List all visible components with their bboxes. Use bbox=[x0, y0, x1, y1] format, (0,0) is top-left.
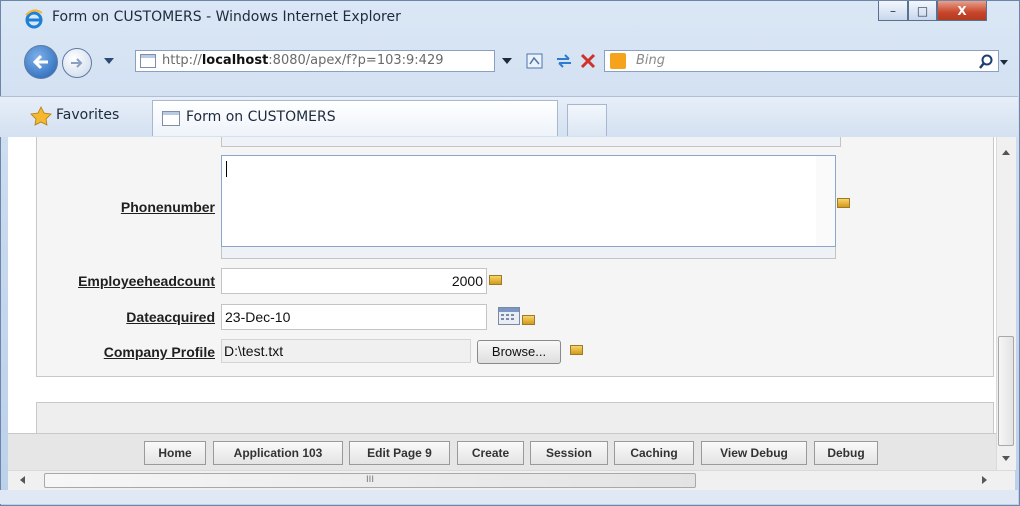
search-icon[interactable] bbox=[978, 54, 994, 70]
page-icon bbox=[140, 54, 156, 68]
employeeheadcount-label[interactable]: Employeeheadcount bbox=[28, 273, 215, 289]
calendar-icon[interactable] bbox=[498, 307, 520, 325]
dev-button-home[interactable]: Home bbox=[144, 441, 206, 465]
scroll-down-arrow[interactable] bbox=[1002, 456, 1010, 461]
textarea-resize-strip[interactable] bbox=[221, 247, 836, 259]
minimize-label: – bbox=[890, 3, 896, 18]
title-bar: Form on CUSTOMERS - Windows Internet Exp… bbox=[0, 0, 1018, 36]
employeeheadcount-input[interactable]: 2000 bbox=[221, 268, 487, 294]
back-button[interactable] bbox=[24, 45, 58, 79]
dateacquired-input[interactable]: 23-Dec-10 bbox=[221, 304, 487, 330]
address-dropdown[interactable] bbox=[502, 58, 512, 64]
stop-icon[interactable] bbox=[580, 53, 596, 69]
dev-button-edit-page[interactable]: Edit Page 9 bbox=[349, 441, 450, 465]
search-dropdown[interactable] bbox=[1000, 60, 1008, 65]
close-label: X bbox=[957, 3, 967, 18]
dateacquired-label[interactable]: Dateacquired bbox=[28, 309, 215, 325]
vertical-scroll-thumb[interactable] bbox=[998, 336, 1014, 446]
company-profile-file-input[interactable]: D:\test.txt bbox=[221, 339, 471, 363]
footer-region bbox=[36, 402, 994, 435]
address-bar[interactable]: http://localhost:8080/apex/f?p=103:9:429 bbox=[135, 50, 495, 72]
refresh-icon[interactable] bbox=[554, 52, 574, 70]
help-arrow-icon[interactable] bbox=[570, 345, 583, 355]
bing-icon bbox=[610, 53, 626, 69]
address-rest: :8080/apex/f?p=103:9:429 bbox=[268, 53, 444, 68]
previous-textarea-bottom bbox=[221, 137, 841, 147]
help-arrow-icon[interactable] bbox=[522, 315, 535, 325]
phonenumber-label[interactable]: Phonenumber bbox=[28, 199, 215, 215]
text-cursor bbox=[226, 161, 227, 177]
dev-button-view-debug[interactable]: View Debug bbox=[701, 441, 807, 465]
maximize-label: □ bbox=[916, 3, 929, 18]
help-arrow-icon[interactable] bbox=[837, 198, 850, 208]
close-button[interactable]: X bbox=[937, 1, 987, 21]
dev-button-session[interactable]: Session bbox=[530, 441, 608, 465]
back-arrow-icon bbox=[32, 54, 48, 70]
dev-button-create[interactable]: Create bbox=[457, 441, 524, 465]
horizontal-scroll-thumb[interactable]: III bbox=[44, 473, 696, 488]
search-placeholder: Bing bbox=[636, 53, 666, 68]
tab-title: Form on CUSTOMERS bbox=[186, 109, 336, 125]
browse-button[interactable]: Browse... bbox=[477, 340, 561, 364]
star-icon bbox=[30, 106, 52, 126]
dev-button-debug[interactable]: Debug bbox=[814, 441, 878, 465]
forward-arrow-icon bbox=[71, 58, 83, 68]
recent-pages-dropdown[interactable] bbox=[104, 58, 114, 64]
page-content: Phonenumber Employeeheadcount 2000 Datea… bbox=[8, 137, 996, 470]
status-bar bbox=[0, 490, 1018, 504]
company-profile-label[interactable]: Company Profile bbox=[28, 344, 215, 360]
new-tab-button[interactable] bbox=[567, 104, 607, 136]
scroll-right-arrow[interactable] bbox=[982, 476, 987, 484]
minimize-button[interactable]: – bbox=[878, 1, 908, 21]
compatibility-view-icon[interactable] bbox=[526, 52, 544, 70]
dev-button-application[interactable]: Application 103 bbox=[213, 441, 343, 465]
scroll-left-arrow[interactable] bbox=[20, 476, 25, 484]
maximize-button[interactable]: □ bbox=[908, 1, 937, 21]
help-arrow-icon[interactable] bbox=[489, 275, 502, 285]
internet-explorer-icon bbox=[25, 9, 43, 29]
dev-button-caching[interactable]: Caching bbox=[614, 441, 694, 465]
phonenumber-textarea[interactable] bbox=[221, 155, 836, 247]
address-prefix: http:// bbox=[162, 53, 202, 68]
favorites-button[interactable]: Favorites bbox=[56, 107, 119, 123]
address-host: localhost bbox=[201, 53, 269, 68]
scroll-up-arrow[interactable] bbox=[1002, 150, 1010, 155]
tab-page-icon bbox=[162, 111, 180, 126]
textarea-scrollbar[interactable] bbox=[816, 156, 835, 246]
window-title: Form on CUSTOMERS - Windows Internet Exp… bbox=[52, 9, 401, 25]
forward-button[interactable] bbox=[62, 48, 92, 78]
